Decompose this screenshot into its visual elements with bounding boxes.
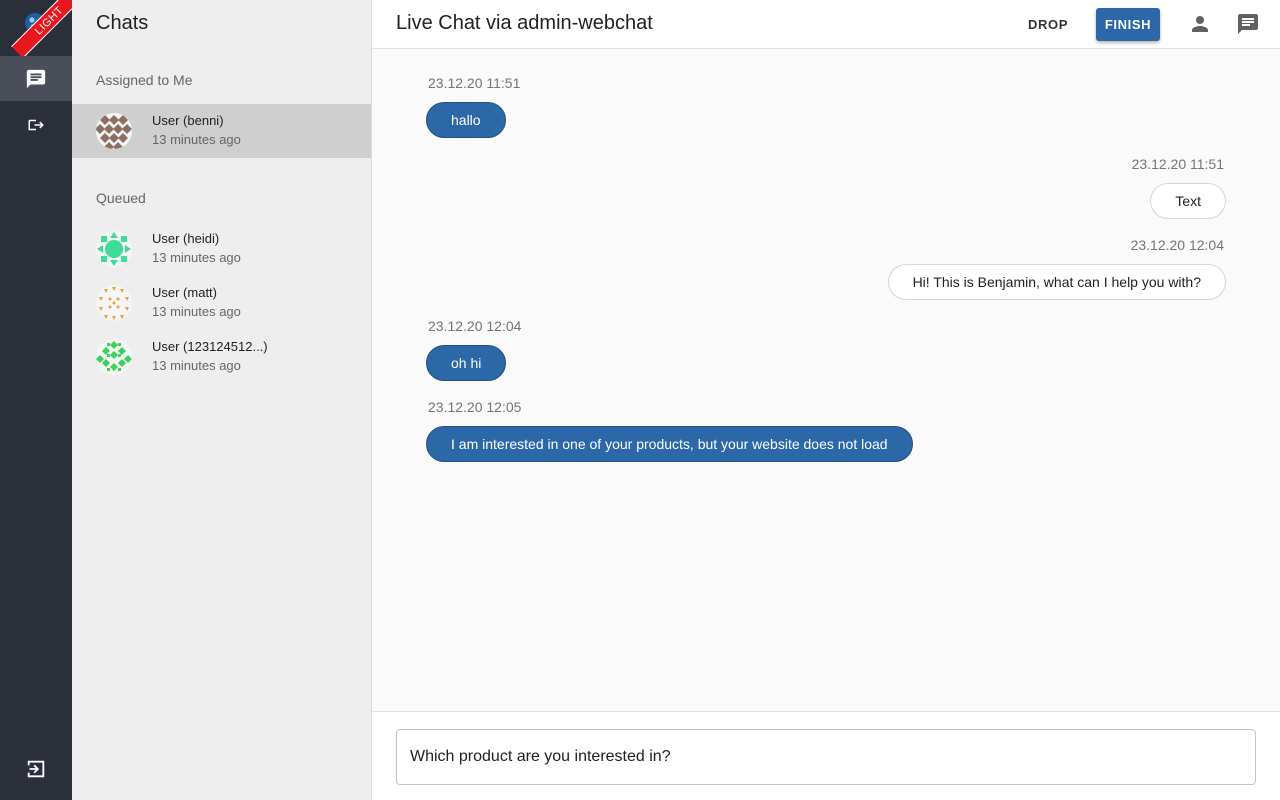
chat-user-name: User (123124512...)	[152, 339, 268, 354]
drop-button[interactable]: DROP	[1020, 8, 1076, 41]
chat-icon[interactable]	[1236, 12, 1260, 36]
rail-item-chats[interactable]	[0, 56, 72, 101]
incoming-message: hallo	[426, 102, 506, 138]
app-logo: LIGHT	[0, 0, 72, 56]
chat-list-item[interactable]: User (heidi) 13 minutes ago	[72, 222, 371, 276]
chat-list-panel: Chats Assigned to Me User (benni) 13 min…	[72, 0, 372, 800]
chat-user-name: User (matt)	[152, 285, 217, 300]
chat-time: 13 minutes ago	[152, 132, 241, 147]
avatar	[96, 113, 132, 149]
message-area[interactable]: 23.12.20 11:51 hallo 23.12.20 11:51 Text…	[372, 49, 1280, 711]
message-input[interactable]	[396, 729, 1256, 785]
message-timestamp: 23.12.20 12:05	[428, 399, 522, 415]
logout-icon	[25, 760, 45, 777]
rail-item-forward[interactable]	[0, 102, 72, 147]
incoming-message: I am interested in one of your products,…	[426, 426, 913, 462]
chat-list-item[interactable]: User (123124512...) 13 minutes ago	[72, 330, 371, 384]
message-timestamp: 23.12.20 11:51	[1131, 156, 1224, 172]
chat-time: 13 minutes ago	[152, 358, 241, 373]
chat-time: 13 minutes ago	[152, 304, 241, 319]
chat-list-item[interactable]: User (benni) 13 minutes ago	[72, 104, 371, 158]
forward-icon	[28, 119, 44, 130]
chat-list-item[interactable]: User (matt) 13 minutes ago	[72, 276, 371, 330]
environment-ribbon: LIGHT	[11, 0, 72, 56]
avatar	[96, 339, 132, 375]
chat-user-name: User (benni)	[152, 113, 224, 128]
outgoing-message: Hi! This is Benjamin, what can I help yo…	[887, 264, 1226, 300]
message-timestamp: 23.12.20 11:51	[428, 75, 521, 91]
finish-button[interactable]: FINISH	[1096, 8, 1160, 41]
composer	[372, 711, 1280, 800]
chat-header: Live Chat via admin-webchat DROP FINISH	[372, 0, 1280, 49]
chat-user-name: User (heidi)	[152, 231, 220, 246]
person-icon[interactable]	[1188, 12, 1212, 36]
outgoing-message: Text	[1150, 183, 1226, 219]
section-title-queued: Queued	[96, 190, 146, 206]
chat-time: 13 minutes ago	[152, 250, 241, 265]
avatar	[96, 285, 132, 321]
chat-icon	[26, 69, 46, 88]
chat-list-title: Chats	[96, 12, 149, 34]
message-timestamp: 23.12.20 12:04	[1130, 237, 1224, 253]
nav-rail: LIGHT	[0, 0, 72, 800]
logout-button[interactable]	[0, 746, 72, 791]
message-timestamp: 23.12.20 12:04	[428, 318, 522, 334]
section-title-assigned: Assigned to Me	[96, 72, 193, 88]
incoming-message: oh hi	[426, 345, 507, 381]
chat-title: Live Chat via admin-webchat	[396, 12, 653, 34]
avatar	[96, 231, 132, 267]
